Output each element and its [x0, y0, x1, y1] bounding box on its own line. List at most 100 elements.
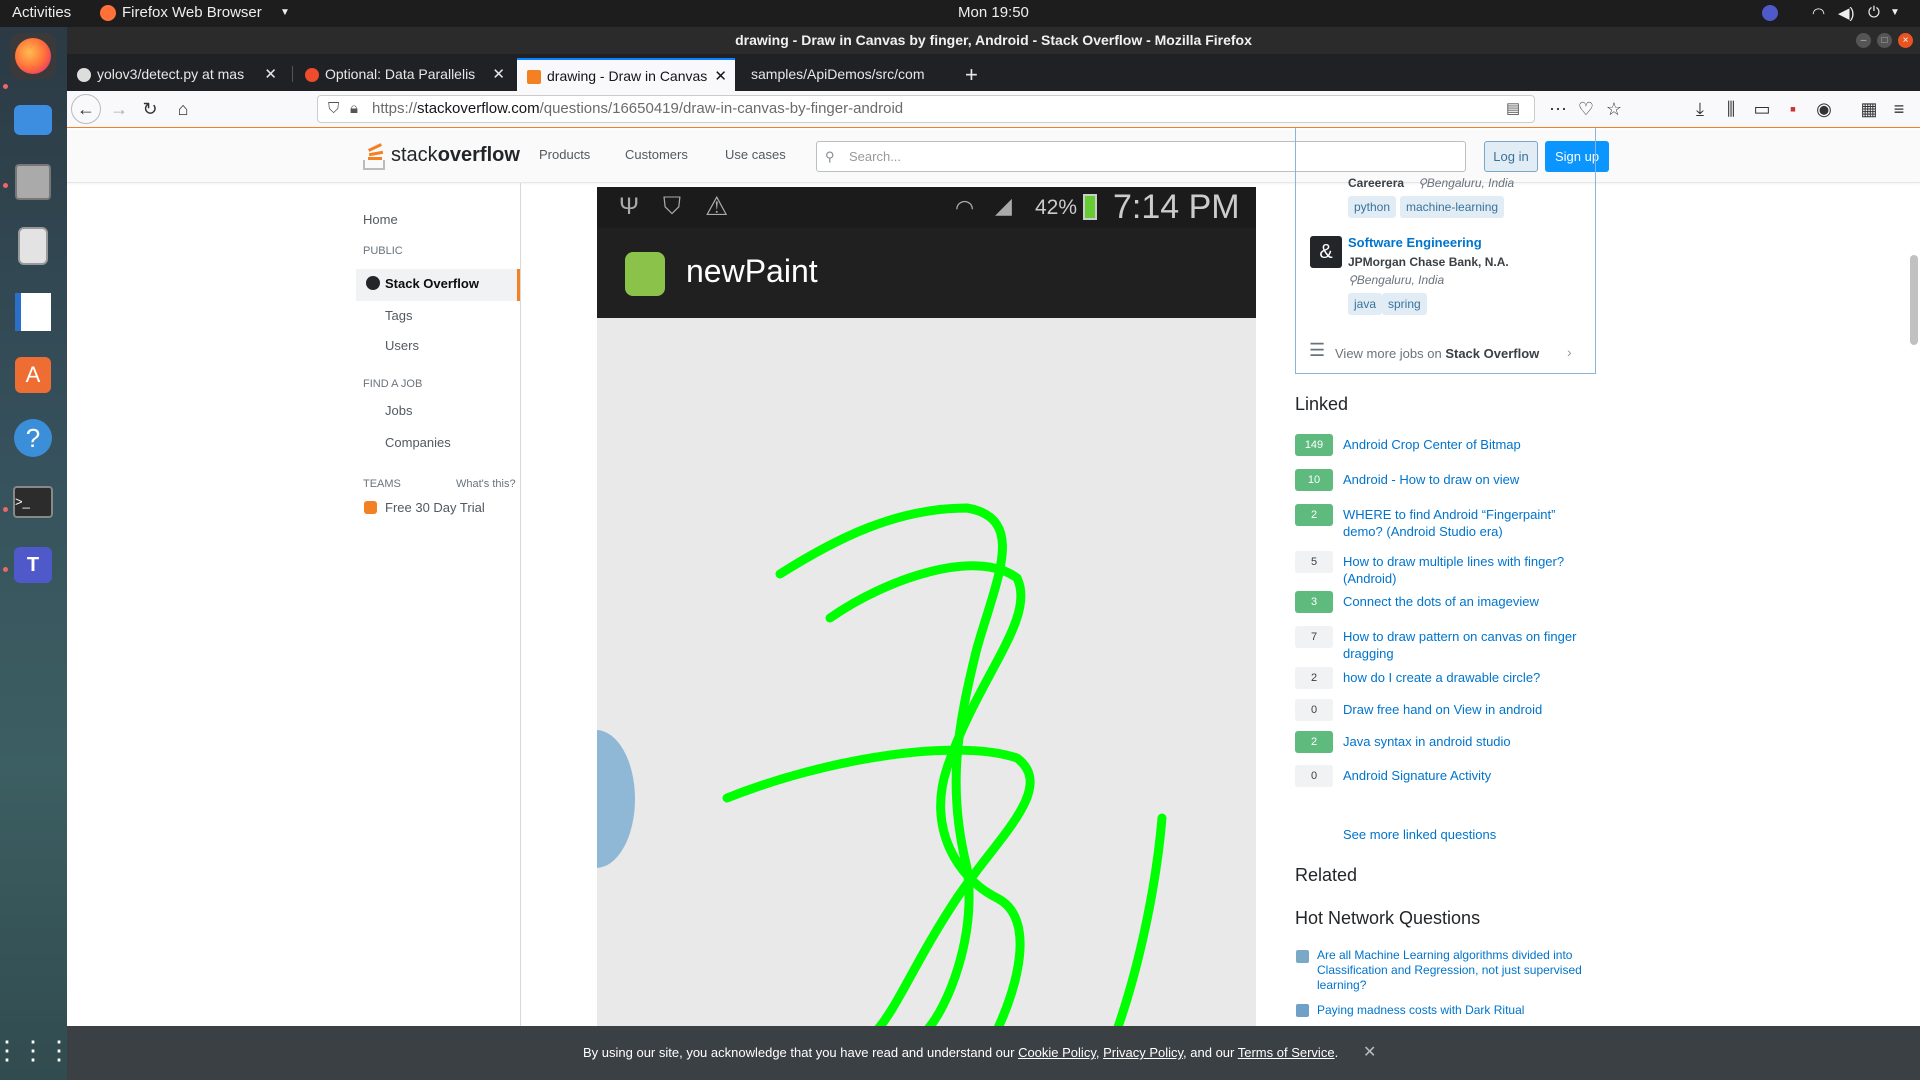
hamburger-menu-icon[interactable]: ≡ — [1887, 97, 1911, 121]
teams-icon — [364, 501, 377, 514]
nav-users[interactable]: Users — [385, 338, 419, 353]
library-icon[interactable]: ⫼ — [1719, 97, 1743, 121]
system-menu-chevron-icon[interactable]: ▼ — [1890, 7, 1900, 18]
tag-machine-learning[interactable]: machine-learning — [1400, 196, 1505, 218]
tab-data-parallelism[interactable]: Optional: Data Parallelis ✕ — [295, 58, 513, 91]
stackoverflow-logo-text[interactable]: stackoverflow — [391, 144, 520, 167]
linked-question-link[interactable]: Connect the dots of an imageview — [1343, 593, 1578, 610]
linked-question-link[interactable]: Java syntax in android studio — [1343, 733, 1578, 750]
job2-company[interactable]: JPMorgan Chase Bank, N.A. — [1348, 255, 1509, 269]
tab-yolov3[interactable]: yolov3/detect.py at mas ✕ — [67, 58, 285, 91]
back-button[interactable]: ← — [71, 94, 101, 124]
nav-tags[interactable]: Tags — [385, 308, 412, 323]
nav-home[interactable]: Home — [363, 212, 398, 227]
drawing-stroke — [1113, 813, 1167, 1026]
terms-of-service-link[interactable]: Terms of Service — [1238, 1045, 1335, 1060]
job1-company[interactable]: Careerera — [1348, 176, 1404, 190]
stackoverflow-logo-icon[interactable] — [363, 143, 389, 170]
bookmark-star-icon[interactable]: ☆ — [1602, 97, 1626, 121]
linked-question-link[interactable]: WHERE to find Android “Fingerpaint” demo… — [1343, 506, 1578, 540]
nav-stack-overflow[interactable]: Stack Overflow — [385, 276, 479, 291]
system-top-bar: Activities Firefox Web Browser ▼ Mon 19:… — [0, 0, 1920, 27]
rhythmbox-icon[interactable] — [10, 223, 56, 269]
help-icon[interactable]: ? — [10, 415, 56, 461]
see-more-linked-link[interactable]: See more linked questions — [1343, 826, 1578, 843]
linked-question-link[interactable]: how do I create a drawable circle? — [1343, 669, 1578, 686]
stackoverflow-icon — [527, 70, 541, 84]
close-cookie-icon[interactable]: ✕ — [1363, 1042, 1376, 1062]
linked-question-link[interactable]: Android Signature Activity — [1343, 767, 1578, 784]
url-text[interactable]: https://stackoverflow.com/questions/1665… — [372, 96, 903, 122]
url-bar[interactable]: ⛉ 🔒︎ https://stackoverflow.com/questions… — [317, 95, 1535, 123]
shield-icon[interactable]: ⛉ — [328, 96, 339, 122]
reload-button[interactable]: ↻ — [138, 97, 162, 121]
close-tab-icon[interactable]: ✕ — [264, 58, 277, 91]
files-icon[interactable] — [10, 159, 56, 205]
linked-question-link[interactable]: Android Crop Center of Bitmap — [1343, 436, 1578, 453]
tag-java[interactable]: java — [1348, 293, 1383, 315]
chevron-right-icon[interactable]: › — [1567, 344, 1572, 360]
sidebar-icon[interactable]: ▭ — [1750, 97, 1774, 121]
firefox-dock-icon[interactable] — [10, 33, 56, 79]
writer-icon[interactable] — [10, 289, 56, 335]
battery-percent: 42% — [1035, 196, 1078, 219]
hot-question[interactable]: Paying madness costs with Dark Ritual — [1317, 1003, 1582, 1018]
forward-button[interactable]: → — [107, 97, 131, 121]
tag-spring[interactable]: spring — [1382, 293, 1427, 315]
extension-icon[interactable]: ▪ — [1781, 97, 1805, 121]
tag-python[interactable]: python — [1348, 196, 1397, 218]
nav-jobs[interactable]: Jobs — [385, 403, 412, 418]
tab-label: Optional: Data Parallelis — [325, 66, 476, 82]
teams-tray-icon[interactable] — [1762, 5, 1778, 21]
teams-dock-icon[interactable]: T — [10, 542, 56, 588]
downloads-icon[interactable]: ⤓ — [1688, 97, 1712, 121]
tab-apidemos[interactable]: samples/ApiDemos/src/com — [737, 58, 955, 91]
linked-score: 149 — [1295, 434, 1333, 456]
pocket-icon[interactable]: ♡ — [1574, 97, 1598, 121]
wifi-icon[interactable]: ◠ — [1812, 4, 1825, 22]
thunderbird-icon[interactable] — [10, 97, 56, 143]
nav-products[interactable]: Products — [539, 147, 590, 162]
search-icon: ⚲ — [825, 149, 835, 164]
whats-this-link[interactable]: What's this? — [456, 478, 516, 490]
maximize-icon[interactable]: □ — [1877, 33, 1892, 48]
linked-question-link[interactable]: How to draw multiple lines with finger? … — [1343, 553, 1578, 587]
hot-question[interactable]: Are all Machine Learning algorithms divi… — [1317, 948, 1582, 993]
linked-question-link[interactable]: Android - How to draw on view — [1343, 471, 1578, 488]
page-content: stackoverflow Products Customers Use cas… — [67, 128, 1920, 1026]
reader-view-icon[interactable]: ▤ — [1506, 96, 1520, 122]
globe-icon — [366, 276, 380, 290]
nav-use-cases[interactable]: Use cases — [725, 147, 786, 162]
activities-button[interactable]: Activities — [12, 4, 71, 21]
tab-drawing-active[interactable]: drawing - Draw in Canvas ✕ — [517, 58, 735, 91]
page-scrollbar[interactable] — [1910, 255, 1918, 345]
terminal-icon[interactable]: >_ — [10, 479, 56, 525]
close-tab-icon[interactable]: ✕ — [714, 60, 727, 91]
so-header: stackoverflow Products Customers Use cas… — [67, 130, 1920, 183]
extensions-puzzle-icon[interactable]: ▦ — [1857, 97, 1881, 121]
account-icon[interactable]: ◉ — [1812, 97, 1836, 121]
cookie-policy-link[interactable]: Cookie Policy — [1018, 1045, 1096, 1060]
software-center-icon[interactable]: A — [10, 352, 56, 398]
nav-customers[interactable]: Customers — [625, 147, 688, 162]
page-actions-icon[interactable]: ⋯ — [1546, 97, 1570, 121]
linked-question-link[interactable]: Draw free hand on View in android — [1343, 701, 1578, 718]
minimize-icon[interactable]: – — [1856, 33, 1871, 48]
close-window-icon[interactable]: × — [1898, 33, 1913, 48]
volume-icon[interactable]: ◀) — [1838, 4, 1855, 22]
warning-icon: ⚠ — [705, 191, 729, 221]
privacy-policy-link[interactable]: Privacy Policy — [1103, 1045, 1183, 1060]
view-more-jobs-link[interactable]: View more jobs on Stack Overflow — [1335, 346, 1539, 361]
free-trial-link[interactable]: Free 30 Day Trial — [385, 500, 485, 515]
home-button[interactable]: ⌂ — [171, 97, 195, 121]
power-icon[interactable]: ⏻ — [1868, 4, 1880, 21]
show-applications-icon[interactable]: ⋮⋮⋮ — [0, 1027, 72, 1073]
job2-title[interactable]: Software Engineering — [1348, 235, 1482, 250]
nav-companies[interactable]: Companies — [385, 435, 451, 450]
clock[interactable]: Mon 19:50 — [958, 4, 1029, 21]
linked-question-link[interactable]: How to draw pattern on canvas on finger … — [1343, 628, 1578, 662]
close-tab-icon[interactable]: ✕ — [492, 58, 505, 91]
app-menu[interactable]: Firefox Web Browser — [122, 4, 262, 21]
lock-icon[interactable]: 🔒︎ — [350, 96, 358, 122]
new-tab-button[interactable]: + — [957, 58, 993, 91]
